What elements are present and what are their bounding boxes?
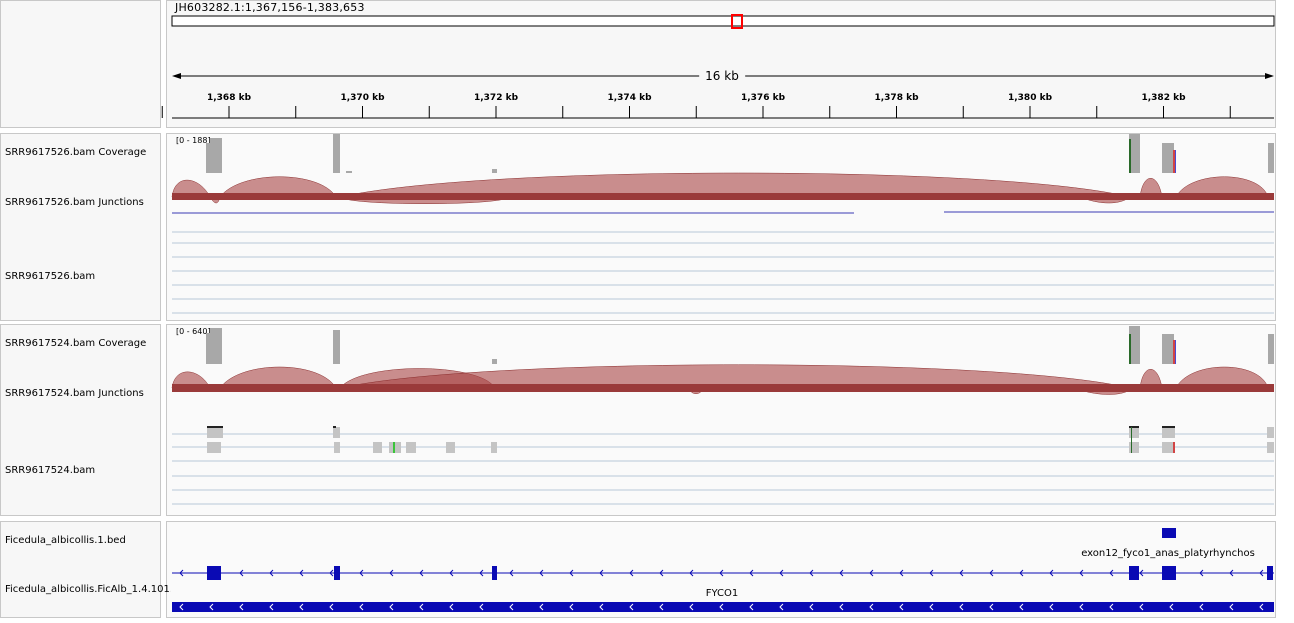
transcript[interactable] xyxy=(172,566,1274,580)
exon xyxy=(1162,566,1176,580)
feature-tracks[interactable] xyxy=(0,0,1294,623)
exon xyxy=(334,566,340,580)
exon xyxy=(207,566,221,580)
exon xyxy=(1267,566,1273,580)
exon xyxy=(492,566,497,580)
exon xyxy=(1129,566,1139,580)
bed-feature[interactable] xyxy=(1162,528,1176,538)
gene-collapsed-bar[interactable] xyxy=(172,602,1274,612)
